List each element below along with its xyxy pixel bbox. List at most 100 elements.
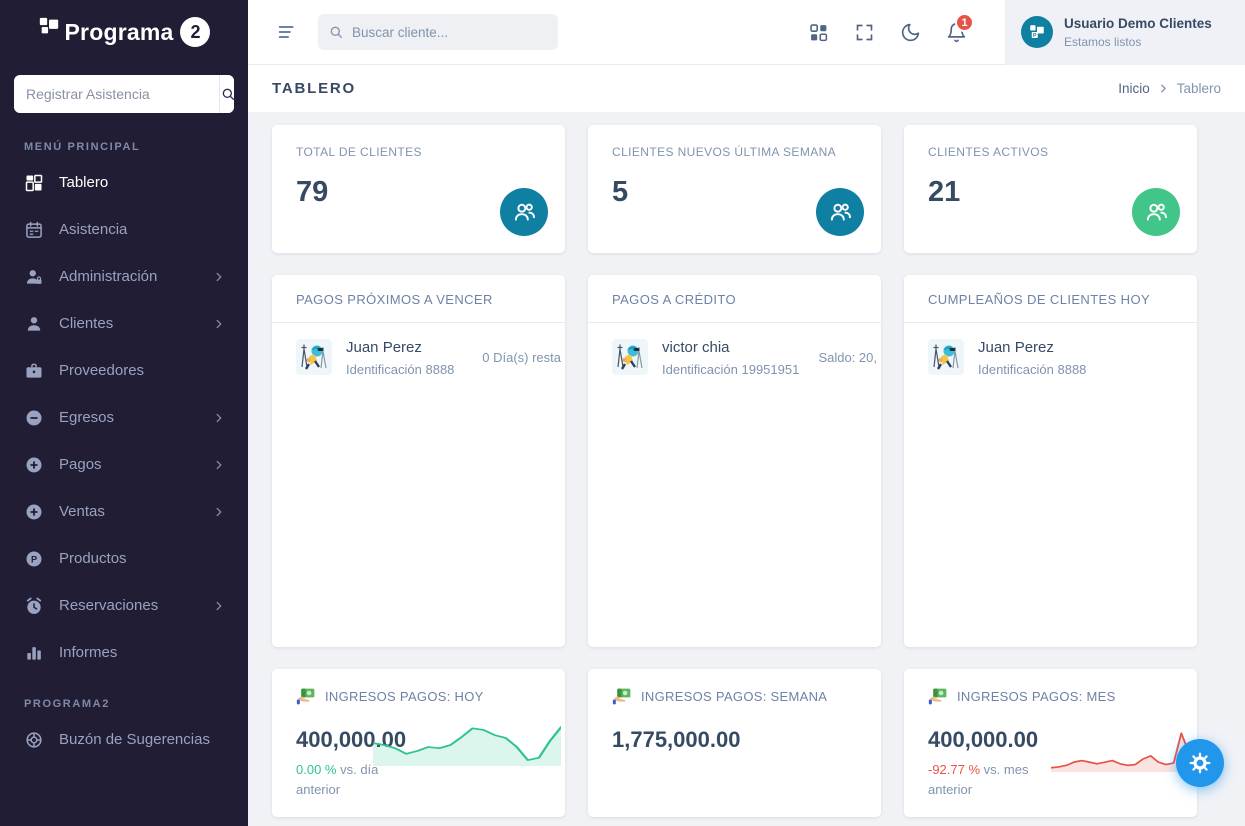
topbar: 1 P Usuario Demo Clientes Estamos listos: [248, 0, 1245, 65]
stat-card-clientes-activos: CLIENTES ACTIVOS 21: [904, 125, 1197, 253]
card-title: PAGOS PRÓXIMOS A VENCER: [272, 275, 565, 323]
ingresos-value: 1,775,000.00: [612, 727, 857, 753]
search-icon: [328, 24, 344, 40]
attendance-search-button[interactable]: [219, 75, 234, 113]
card-title: CUMPLEAÑOS DE CLIENTES HOY: [904, 275, 1197, 323]
client-id: Identificación 8888: [978, 362, 1086, 377]
hamburger-icon: [277, 21, 299, 43]
breadcrumb: Inicio Tablero: [1118, 81, 1221, 96]
sparkline-chart: [1051, 727, 1189, 773]
notification-badge: 1: [955, 13, 974, 32]
list-item[interactable]: victor chia Identificación 19951951 Sald…: [588, 323, 881, 392]
item-meta: Saldo: 20,: [818, 350, 877, 365]
item-meta: 0 Día(s) resta: [482, 350, 561, 365]
sidebar-item-label: Buzón de Sugerencias: [59, 731, 210, 748]
client-name: victor chia: [662, 338, 799, 358]
card-title: PAGOS A CRÉDITO: [588, 275, 881, 323]
sidebar-item-label: Reservaciones: [59, 597, 158, 614]
sidebar-item-ventas[interactable]: Ventas: [0, 488, 248, 535]
sidebar-item-clientes[interactable]: Clientes: [0, 300, 248, 347]
sidebar-item-productos[interactable]: P Productos: [0, 535, 248, 582]
notifications-button[interactable]: 1: [936, 12, 976, 52]
fullscreen-icon: [854, 22, 875, 43]
fullscreen-button[interactable]: [844, 12, 884, 52]
client-name: Juan Perez: [346, 338, 454, 358]
users-icon: [1132, 188, 1180, 236]
grid-icon: [24, 173, 44, 193]
minus-circle-icon: [24, 408, 44, 428]
sidebar-item-reservaciones[interactable]: Reservaciones: [0, 582, 248, 629]
list-item[interactable]: Juan Perez Identificación 8888: [904, 323, 1197, 392]
apps-grid-button[interactable]: [798, 12, 838, 52]
app-logo[interactable]: Programa 2: [0, 0, 248, 64]
page-title: TABLERO: [272, 80, 356, 97]
money-hand-icon: [612, 686, 633, 707]
plus-circle-icon: [24, 502, 44, 522]
content: TOTAL DE CLIENTES 79 CLIENTES NUEVOS ÚLT…: [248, 112, 1245, 826]
client-search: [318, 14, 558, 50]
breadcrumb-home[interactable]: Inicio: [1118, 81, 1150, 96]
chevron-right-icon: [1157, 82, 1170, 95]
search-icon: [220, 86, 234, 102]
user-name: Usuario Demo Clientes: [1064, 15, 1212, 33]
attendance-search-input[interactable]: [14, 75, 219, 113]
calendar-icon: [24, 220, 44, 240]
settings-fab-button[interactable]: [1176, 739, 1224, 787]
lists-row: PAGOS PRÓXIMOS A VENCER Juan Perez Ident…: [272, 275, 1197, 647]
gear-icon: [1188, 751, 1212, 775]
page-header: TABLERO Inicio Tablero: [248, 65, 1245, 112]
sidebar-item-proveedores[interactable]: Proveedores: [0, 347, 248, 394]
card-pagos-proximos: PAGOS PRÓXIMOS A VENCER Juan Perez Ident…: [272, 275, 565, 647]
sidebar-item-egresos[interactable]: Egresos: [0, 394, 248, 441]
sidebar-item-label: Ventas: [59, 503, 105, 520]
logo-badge: 2: [180, 17, 210, 47]
breadcrumb-current: Tablero: [1177, 81, 1221, 96]
svg-text:P: P: [31, 554, 37, 564]
sidebar-item-asistencia[interactable]: Asistencia: [0, 206, 248, 253]
sidebar-item-buzon[interactable]: Buzón de Sugerencias: [0, 716, 248, 763]
menu-toggle-button[interactable]: [277, 21, 299, 43]
plus-circle-icon: [24, 455, 44, 475]
user-menu[interactable]: P Usuario Demo Clientes Estamos listos: [1005, 0, 1245, 65]
sidebar-item-pagos[interactable]: Pagos: [0, 441, 248, 488]
client-search-input[interactable]: [352, 25, 548, 40]
card-cumpleanos: CUMPLEAÑOS DE CLIENTES HOY Juan Perez Id…: [904, 275, 1197, 647]
sidebar-item-label: Proveedores: [59, 362, 144, 379]
client-id: Identificación 8888: [346, 362, 454, 377]
sidebar: Programa 2 MENÚ PRINCIPAL Tablero Asiste…: [0, 0, 248, 826]
attendance-search: [14, 75, 234, 113]
ingresos-row: INGRESOS PAGOS: HOY 400,000.00 0.00 % vs…: [272, 669, 1197, 817]
ingresos-delta: -92.77 % vs. mes anterior: [928, 760, 1053, 800]
delta-percent: 0.00 %: [296, 762, 336, 777]
sidebar-item-administracion[interactable]: Administración: [0, 253, 248, 300]
chevron-right-icon: [212, 270, 226, 284]
sidebar-item-label: Egresos: [59, 409, 114, 426]
sidebar-item-label: Pagos: [59, 456, 102, 473]
client-illustration-icon: [296, 339, 332, 375]
money-hand-icon: [928, 686, 949, 707]
dark-mode-button[interactable]: [890, 12, 930, 52]
logo-text: Programa: [65, 19, 174, 46]
card-pagos-credito: PAGOS A CRÉDITO victor chia Identificaci…: [588, 275, 881, 647]
card-title: INGRESOS PAGOS: SEMANA: [641, 689, 827, 704]
chevron-right-icon: [212, 599, 226, 613]
svg-text:P: P: [1033, 33, 1037, 39]
sidebar-section-main: MENÚ PRINCIPAL: [0, 119, 248, 159]
user-lock-icon: [24, 267, 44, 287]
sidebar-item-label: Clientes: [59, 315, 113, 332]
chevron-right-icon: [212, 317, 226, 331]
apps-grid-icon: [808, 22, 829, 43]
client-name: Juan Perez: [978, 338, 1086, 358]
briefcase-icon: [24, 361, 44, 381]
sidebar-item-informes[interactable]: Informes: [0, 629, 248, 676]
life-buoy-icon: [24, 730, 44, 750]
sidebar-item-label: Tablero: [59, 174, 108, 191]
user-status: Estamos listos: [1064, 35, 1212, 49]
card-ingresos-mes: INGRESOS PAGOS: MES 400,000.00 -92.77 % …: [904, 669, 1197, 817]
list-item[interactable]: Juan Perez Identificación 8888 0 Día(s) …: [272, 323, 565, 392]
stat-label: CLIENTES NUEVOS ÚLTIMA SEMANA: [612, 145, 857, 159]
sidebar-item-tablero[interactable]: Tablero: [0, 159, 248, 206]
chevron-right-icon: [212, 505, 226, 519]
delta-percent: -92.77 %: [928, 762, 980, 777]
money-hand-icon: [296, 686, 317, 707]
